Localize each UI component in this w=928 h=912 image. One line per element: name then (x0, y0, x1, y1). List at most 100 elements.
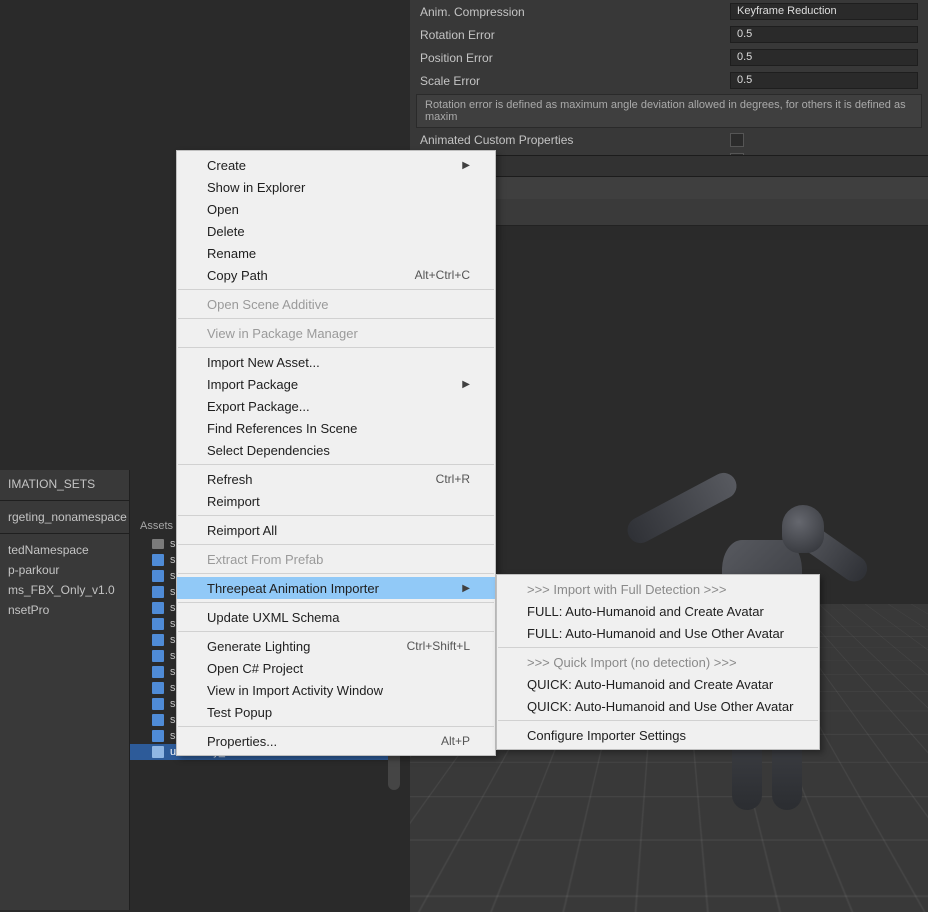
clips-header-label: Clips (422, 159, 916, 173)
menu-separator (178, 289, 494, 290)
list-item-label: s (170, 714, 176, 726)
menu-rename[interactable]: Rename (177, 242, 495, 264)
list-item-label: s (170, 570, 176, 582)
prefab-icon (152, 666, 164, 678)
shortcut-label: Ctrl+R (436, 472, 470, 486)
label: Anim. Compression (420, 5, 720, 19)
menu-separator (498, 647, 818, 648)
submenu-header: >>> Quick Import (no detection) >>> (497, 651, 819, 673)
prefab-icon (152, 618, 164, 630)
menu-threepeat-importer[interactable]: Threepeat Animation Importer▶ (177, 577, 495, 599)
prefab-icon (152, 634, 164, 646)
list-item-label: s (170, 618, 176, 630)
list-item-label: s (170, 698, 176, 710)
menu-show-explorer[interactable]: Show in Explorer (177, 176, 495, 198)
submenu-full-use-other-avatar[interactable]: FULL: Auto-Humanoid and Use Other Avatar (497, 622, 819, 644)
context-submenu: >>> Import with Full Detection >>> FULL:… (496, 574, 820, 750)
field-scale-error: Scale Error 0.5 (410, 69, 928, 92)
menu-extract-prefab: Extract From Prefab (177, 548, 495, 570)
field-position-error: Position Error 0.5 (410, 46, 928, 69)
menu-separator (178, 464, 494, 465)
shortcut-label: Ctrl+Shift+L (407, 639, 470, 653)
menu-select-dependencies[interactable]: Select Dependencies (177, 439, 495, 461)
prefab-icon (152, 554, 164, 566)
list-item-label: s (170, 666, 176, 678)
sidebar-item[interactable]: IMATION_SETS (0, 474, 129, 494)
list-item-label: s (170, 650, 176, 662)
menu-separator (498, 720, 818, 721)
prefab-icon (152, 730, 164, 742)
separator (0, 533, 129, 534)
menu-create[interactable]: Create▶ (177, 154, 495, 176)
input-scale-error[interactable]: 0.5 (730, 72, 918, 89)
label: Rotation Error (420, 28, 720, 42)
prefab-icon (152, 586, 164, 598)
prefab-icon (152, 650, 164, 662)
menu-copy-path[interactable]: Copy PathAlt+Ctrl+C (177, 264, 495, 286)
sidebar-item[interactable]: ms_FBX_Only_v1.0 (0, 580, 129, 600)
menu-separator (178, 544, 494, 545)
menu-reimport-all[interactable]: Reimport All (177, 519, 495, 541)
menu-open[interactable]: Open (177, 198, 495, 220)
menu-find-references[interactable]: Find References In Scene (177, 417, 495, 439)
menu-separator (178, 726, 494, 727)
field-rotation-error: Rotation Error 0.5 (410, 23, 928, 46)
menu-update-uxml[interactable]: Update UXML Schema (177, 606, 495, 628)
list-item-label: s (170, 682, 176, 694)
project-sidebar: IMATION_SETS rgeting_nonamespace tedName… (0, 470, 130, 910)
list-item-label: s (170, 730, 176, 742)
menu-import-package[interactable]: Import Package▶ (177, 373, 495, 395)
shortcut-label: Alt+Ctrl+C (415, 268, 470, 282)
menu-export-package[interactable]: Export Package... (177, 395, 495, 417)
menu-import-new-asset[interactable]: Import New Asset... (177, 351, 495, 373)
sidebar-item[interactable]: rgeting_nonamespace (0, 507, 129, 527)
checkbox-animated-custom[interactable] (730, 133, 744, 147)
list-item-label: s (170, 602, 176, 614)
assets-breadcrumb[interactable]: Assets (140, 520, 173, 532)
field-animated-custom: Animated Custom Properties (410, 130, 928, 150)
submenu-quick-use-other-avatar[interactable]: QUICK: Auto-Humanoid and Use Other Avata… (497, 695, 819, 717)
sidebar-item[interactable]: nsetPro (0, 600, 129, 620)
list-item-label: s (170, 586, 176, 598)
submenu-configure-importer[interactable]: Configure Importer Settings (497, 724, 819, 746)
shortcut-label: Alt+P (441, 734, 470, 748)
input-rotation-error[interactable]: 0.5 (730, 26, 918, 43)
menu-separator (178, 347, 494, 348)
prefab-icon (152, 602, 164, 614)
menu-properties[interactable]: Properties...Alt+P (177, 730, 495, 752)
inspector-panel: Anim. Compression Keyframe Reduction Rot… (410, 0, 928, 170)
field-anim-compression: Anim. Compression Keyframe Reduction (410, 0, 928, 23)
list-item-label: s (170, 554, 176, 566)
separator (0, 500, 129, 501)
menu-generate-lighting[interactable]: Generate LightingCtrl+Shift+L (177, 635, 495, 657)
input-position-error[interactable]: 0.5 (730, 49, 918, 66)
chevron-right-icon: ▶ (462, 160, 470, 171)
label: Position Error (420, 51, 720, 65)
label: Animated Custom Properties (420, 133, 720, 147)
dropdown-anim-compression[interactable]: Keyframe Reduction (730, 3, 918, 20)
chevron-right-icon: ▶ (462, 379, 470, 390)
sidebar-item[interactable]: p-parkour (0, 560, 129, 580)
label: Scale Error (420, 74, 720, 88)
menu-test-popup[interactable]: Test Popup (177, 701, 495, 723)
submenu-header: >>> Import with Full Detection >>> (497, 578, 819, 600)
menu-open-scene-additive: Open Scene Additive (177, 293, 495, 315)
sidebar-item[interactable]: tedNamespace (0, 540, 129, 560)
menu-separator (178, 573, 494, 574)
menu-separator (178, 515, 494, 516)
folder-icon (152, 539, 164, 549)
menu-separator (178, 318, 494, 319)
menu-separator (178, 631, 494, 632)
menu-view-package-manager: View in Package Manager (177, 322, 495, 344)
submenu-full-create-avatar[interactable]: FULL: Auto-Humanoid and Create Avatar (497, 600, 819, 622)
menu-refresh[interactable]: RefreshCtrl+R (177, 468, 495, 490)
menu-delete[interactable]: Delete (177, 220, 495, 242)
menu-separator (178, 602, 494, 603)
menu-open-csharp[interactable]: Open C# Project (177, 657, 495, 679)
context-menu: Create▶ Show in Explorer Open Delete Ren… (176, 150, 496, 756)
help-note: Rotation error is defined as maximum ang… (416, 94, 922, 128)
submenu-quick-create-avatar[interactable]: QUICK: Auto-Humanoid and Create Avatar (497, 673, 819, 695)
list-item-label: s (170, 538, 176, 550)
menu-view-import-activity[interactable]: View in Import Activity Window (177, 679, 495, 701)
menu-reimport[interactable]: Reimport (177, 490, 495, 512)
